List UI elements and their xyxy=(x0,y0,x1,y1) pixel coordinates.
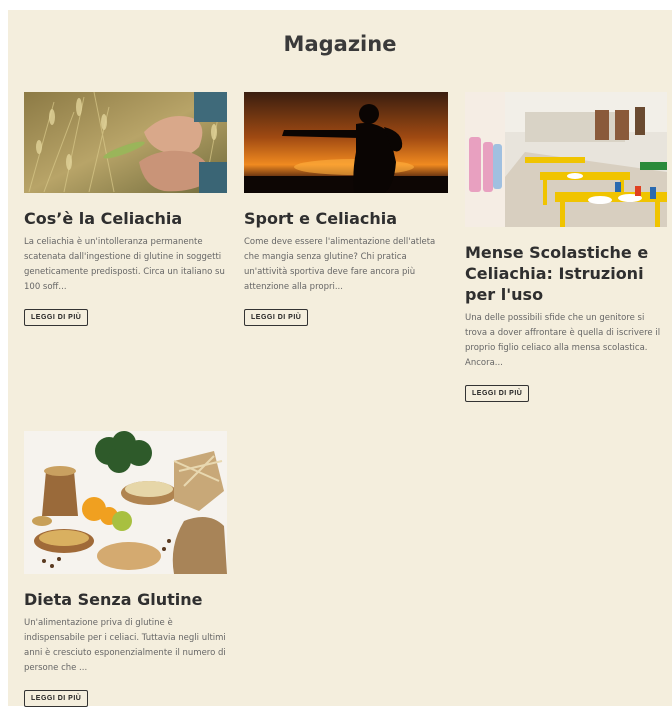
article-card-celiachia: Cos’è la Celiachia La celiachia è un'int… xyxy=(24,92,227,326)
article-image-sunset-athlete[interactable] xyxy=(244,92,448,193)
article-title[interactable]: Mense Scolastiche e Celiachia: Istruzion… xyxy=(465,242,667,305)
article-title[interactable]: Dieta Senza Glutine xyxy=(24,589,227,610)
article-image-wheat[interactable] xyxy=(24,92,227,193)
article-image-grains-food[interactable] xyxy=(24,431,227,574)
read-more-button[interactable]: LEGGI DI PIÙ xyxy=(24,309,89,326)
read-more-button[interactable]: LEGGI DI PIÙ xyxy=(24,690,89,707)
magazine-page: Magazine Cos’è la Celiachia La celiachia… xyxy=(8,10,672,707)
article-excerpt: Come deve essere l'alimentazione dell'at… xyxy=(244,237,436,292)
article-title[interactable]: Sport e Celiachia xyxy=(244,208,448,229)
article-card-sport: Sport e Celiachia Come deve essere l'ali… xyxy=(244,92,448,326)
article-excerpt: La celiachia è un'intolleranza permanent… xyxy=(24,237,225,292)
article-title[interactable]: Cos’è la Celiachia xyxy=(24,208,227,229)
article-card-dieta: Dieta Senza Glutine Un'alimentazione pri… xyxy=(24,431,227,707)
article-card-mense: Mense Scolastiche e Celiachia: Istruzion… xyxy=(465,92,667,402)
read-more-button[interactable]: LEGGI DI PIÙ xyxy=(465,385,530,402)
read-more-button[interactable]: LEGGI DI PIÙ xyxy=(244,309,309,326)
article-excerpt: Una delle possibili sfide che un genitor… xyxy=(465,313,661,368)
page-title: Magazine xyxy=(283,32,397,56)
article-image-school-canteen[interactable] xyxy=(465,92,667,227)
article-excerpt: Un'alimentazione priva di glutine è indi… xyxy=(24,618,226,673)
